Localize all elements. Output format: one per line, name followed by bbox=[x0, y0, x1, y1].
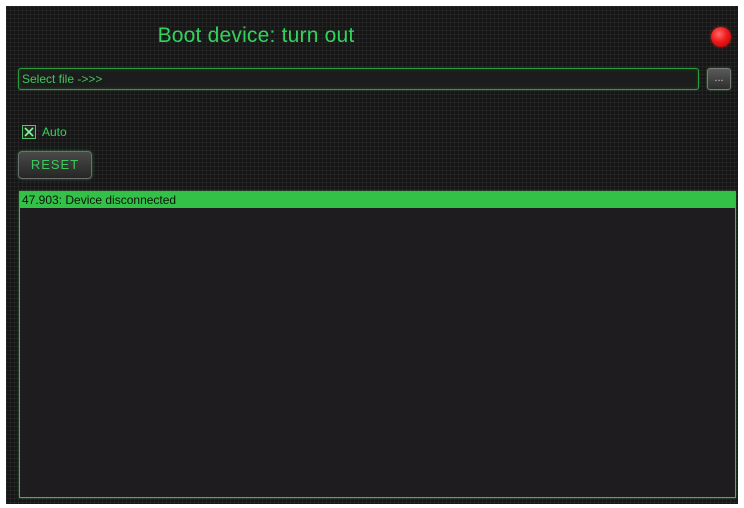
auto-option: Auto bbox=[22, 124, 67, 140]
log-list[interactable]: 47.903: Device disconnected bbox=[19, 191, 736, 498]
reset-button[interactable]: RESET bbox=[18, 151, 92, 179]
checkmark-x-icon bbox=[24, 127, 34, 137]
file-path-input[interactable] bbox=[18, 68, 699, 90]
auto-checkbox[interactable] bbox=[22, 125, 36, 139]
status-indicator-icon bbox=[711, 27, 731, 47]
log-entry[interactable]: 47.903: Device disconnected bbox=[20, 192, 735, 208]
auto-checkbox-label: Auto bbox=[42, 125, 67, 139]
window-title: Boot device: turn out bbox=[157, 24, 355, 47]
app-window: Boot device: turn out ... Auto RESET 47.… bbox=[6, 6, 738, 504]
browse-button[interactable]: ... bbox=[707, 68, 731, 90]
